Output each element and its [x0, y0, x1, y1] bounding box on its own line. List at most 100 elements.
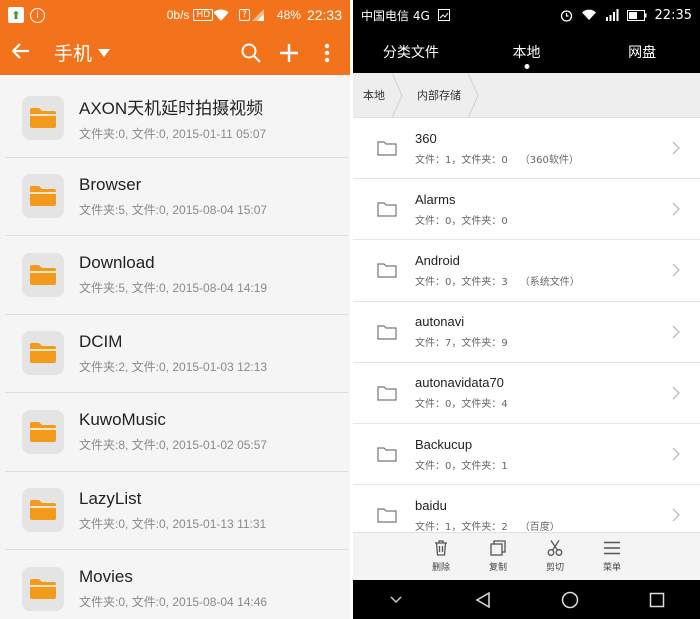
- folder-list-item[interactable]: 360 文件：1，文件夹：0 （360软件）: [353, 118, 700, 180]
- info-icon: i: [30, 7, 45, 23]
- folder-name: Movies: [79, 567, 133, 587]
- copy-icon: [490, 540, 506, 556]
- nav-recents-button[interactable]: [613, 592, 700, 608]
- folder-list-item[interactable]: AXON天机延时拍摄视频 文件夹:0, 文件:0, 2015-01-11 05:0…: [5, 79, 348, 158]
- trash-icon: [435, 540, 447, 556]
- folder-list: 360 文件：1，文件夹：0 （360软件） Alarms 文件：0，文件夹：0 Andr…: [353, 118, 700, 547]
- folder-tag: （系统文件）: [519, 276, 580, 288]
- wifi-icon: [581, 9, 597, 21]
- folder-meta: 文件：0，文件夹：3: [415, 276, 508, 288]
- folder-name: KuwoMusic: [79, 410, 166, 430]
- breadcrumb: 本地 内部存储: [353, 72, 700, 118]
- folder-outline-icon: [377, 263, 397, 279]
- add-icon[interactable]: [278, 42, 300, 64]
- tab-categories[interactable]: 分类文件: [353, 42, 469, 62]
- folder-icon: [22, 252, 64, 297]
- folder-tag: （360软件）: [519, 154, 579, 166]
- folder-name: DCIM: [79, 331, 123, 351]
- cut-button[interactable]: 剪切: [527, 533, 584, 580]
- folder-list: AXON天机延时拍摄视频 文件夹:0, 文件:0, 2015-01-11 05:0…: [5, 79, 348, 619]
- nav-back-button[interactable]: [440, 591, 527, 608]
- more-options-icon[interactable]: [316, 42, 338, 64]
- folder-list-item[interactable]: Android 文件：0，文件夹：3 （系统文件）: [353, 240, 700, 302]
- folder-list-item[interactable]: LazyList 文件夹:0, 文件:0, 2015-01-13 11:31: [5, 472, 348, 550]
- tab-local[interactable]: 本地: [469, 42, 585, 62]
- bottom-action-bar: 删除 复制 剪切 菜单: [353, 532, 700, 580]
- signal-icon: [605, 9, 619, 21]
- breadcrumb-label: 内部存储: [417, 89, 461, 102]
- folder-meta: 文件：7，文件夹：9: [415, 338, 508, 350]
- folder-name: baidu: [415, 497, 447, 513]
- chevron-right-icon: [672, 264, 680, 277]
- folder-meta: 文件夹:5, 文件:0, 2015-08-04 14:19: [79, 281, 268, 296]
- network-speed: 0b/s: [166, 8, 190, 22]
- copy-button[interactable]: 复制: [470, 533, 527, 580]
- scissors-icon: [547, 540, 563, 556]
- folder-icon: [22, 566, 64, 611]
- hd-badge-icon: HD: [193, 9, 214, 21]
- chevron-right-icon: [672, 141, 680, 155]
- folder-list-item[interactable]: autonavi 文件：7，文件夹：9: [353, 301, 700, 363]
- back-arrow-icon[interactable]: [11, 40, 42, 65]
- folder-list-item[interactable]: Download 文件夹:5, 文件:0, 2015-08-04 14:19: [5, 236, 348, 315]
- folder-list-item[interactable]: autonavidata70 文件：0，文件夹：4: [353, 362, 700, 424]
- image-icon: [437, 9, 450, 21]
- recents-square-icon: [649, 592, 664, 607]
- home-circle-icon: [561, 591, 579, 608]
- navigation-bar: [353, 580, 700, 619]
- folder-list-item[interactable]: KuwoMusic 文件夹:8, 文件:0, 2015-01-02 05:57: [5, 393, 348, 472]
- folder-meta: 文件夹:5, 文件:0, 2015-08-04 15:07: [79, 202, 268, 217]
- status-bar: ⬆ i 0b/s HD ? 48% 22:33: [0, 0, 350, 30]
- status-time: 22:33: [306, 7, 342, 23]
- dropdown-caret-icon[interactable]: [98, 48, 111, 57]
- chevron-right-icon: [672, 325, 680, 339]
- folder-meta: 文件夹:0, 文件:0, 2015-01-11 05:07: [79, 126, 267, 141]
- upload-arrow-icon: ⬆: [8, 7, 24, 23]
- delete-label: 删除: [431, 563, 450, 573]
- breadcrumb-local[interactable]: 本地: [353, 72, 407, 118]
- menu-button[interactable]: 菜单: [584, 533, 641, 580]
- delete-button[interactable]: 删除: [413, 533, 470, 580]
- folder-icon: [22, 95, 64, 140]
- folder-outline-icon: [377, 141, 397, 156]
- app-toolbar: 手机: [0, 30, 350, 75]
- folder-list-item[interactable]: Alarms 文件：0，文件夹：0: [353, 179, 700, 241]
- search-icon[interactable]: [240, 42, 262, 64]
- folder-meta: 文件：0，文件夹：0: [415, 215, 508, 227]
- breadcrumb-label: 本地: [363, 89, 385, 102]
- alarm-icon: [560, 9, 573, 22]
- folder-meta: 文件夹:0, 文件:0, 2015-08-04 14:46: [79, 595, 268, 610]
- folder-name: autonavi: [415, 314, 465, 330]
- folder-name: 360: [415, 130, 437, 146]
- folder-name: Download: [79, 253, 155, 273]
- right-phone-screen: 中国电信 4G 22:35 分类文件 本地 网盘 本地 内部存储 360 文件：…: [353, 0, 700, 619]
- menu-icon: [604, 541, 620, 555]
- folder-name: LazyList: [79, 488, 142, 508]
- folder-name: Browser: [79, 174, 142, 194]
- chevron-right-icon: [672, 202, 680, 216]
- folder-name: Alarms: [415, 191, 456, 207]
- nav-hide-button[interactable]: [353, 595, 440, 604]
- nav-home-button[interactable]: [527, 591, 614, 609]
- chevron-right-icon: [672, 386, 680, 400]
- folder-list-item[interactable]: DCIM 文件夹:2, 文件:0, 2015-01-03 12:13: [5, 315, 348, 393]
- folder-meta: 文件：1，文件夹：0: [415, 154, 508, 166]
- folder-name: Backucup: [415, 436, 473, 452]
- tab-cloud[interactable]: 网盘: [584, 42, 700, 62]
- folder-list-item[interactable]: Backucup 文件：0，文件夹：1: [353, 423, 700, 486]
- location-title[interactable]: 手机: [54, 39, 92, 66]
- battery-percent: 48%: [276, 8, 301, 22]
- folder-icon: [22, 488, 64, 533]
- folder-list-item[interactable]: Movies 文件夹:0, 文件:0, 2015-08-04 14:46: [5, 550, 348, 619]
- breadcrumb-internal-storage[interactable]: 内部存储: [407, 72, 483, 118]
- menu-label: 菜单: [602, 563, 621, 573]
- sim-question-icon: ?: [239, 9, 250, 21]
- back-triangle-icon: [475, 591, 490, 608]
- folder-meta: 文件：0，文件夹：1: [415, 460, 508, 472]
- folder-outline-icon: [377, 325, 397, 340]
- folder-name: autonavidata70: [415, 375, 504, 391]
- folder-outline-icon: [377, 447, 397, 462]
- folder-outline-icon: [377, 508, 397, 523]
- copy-label: 复制: [488, 563, 507, 573]
- folder-list-item[interactable]: Browser 文件夹:5, 文件:0, 2015-08-04 15:07: [5, 158, 348, 236]
